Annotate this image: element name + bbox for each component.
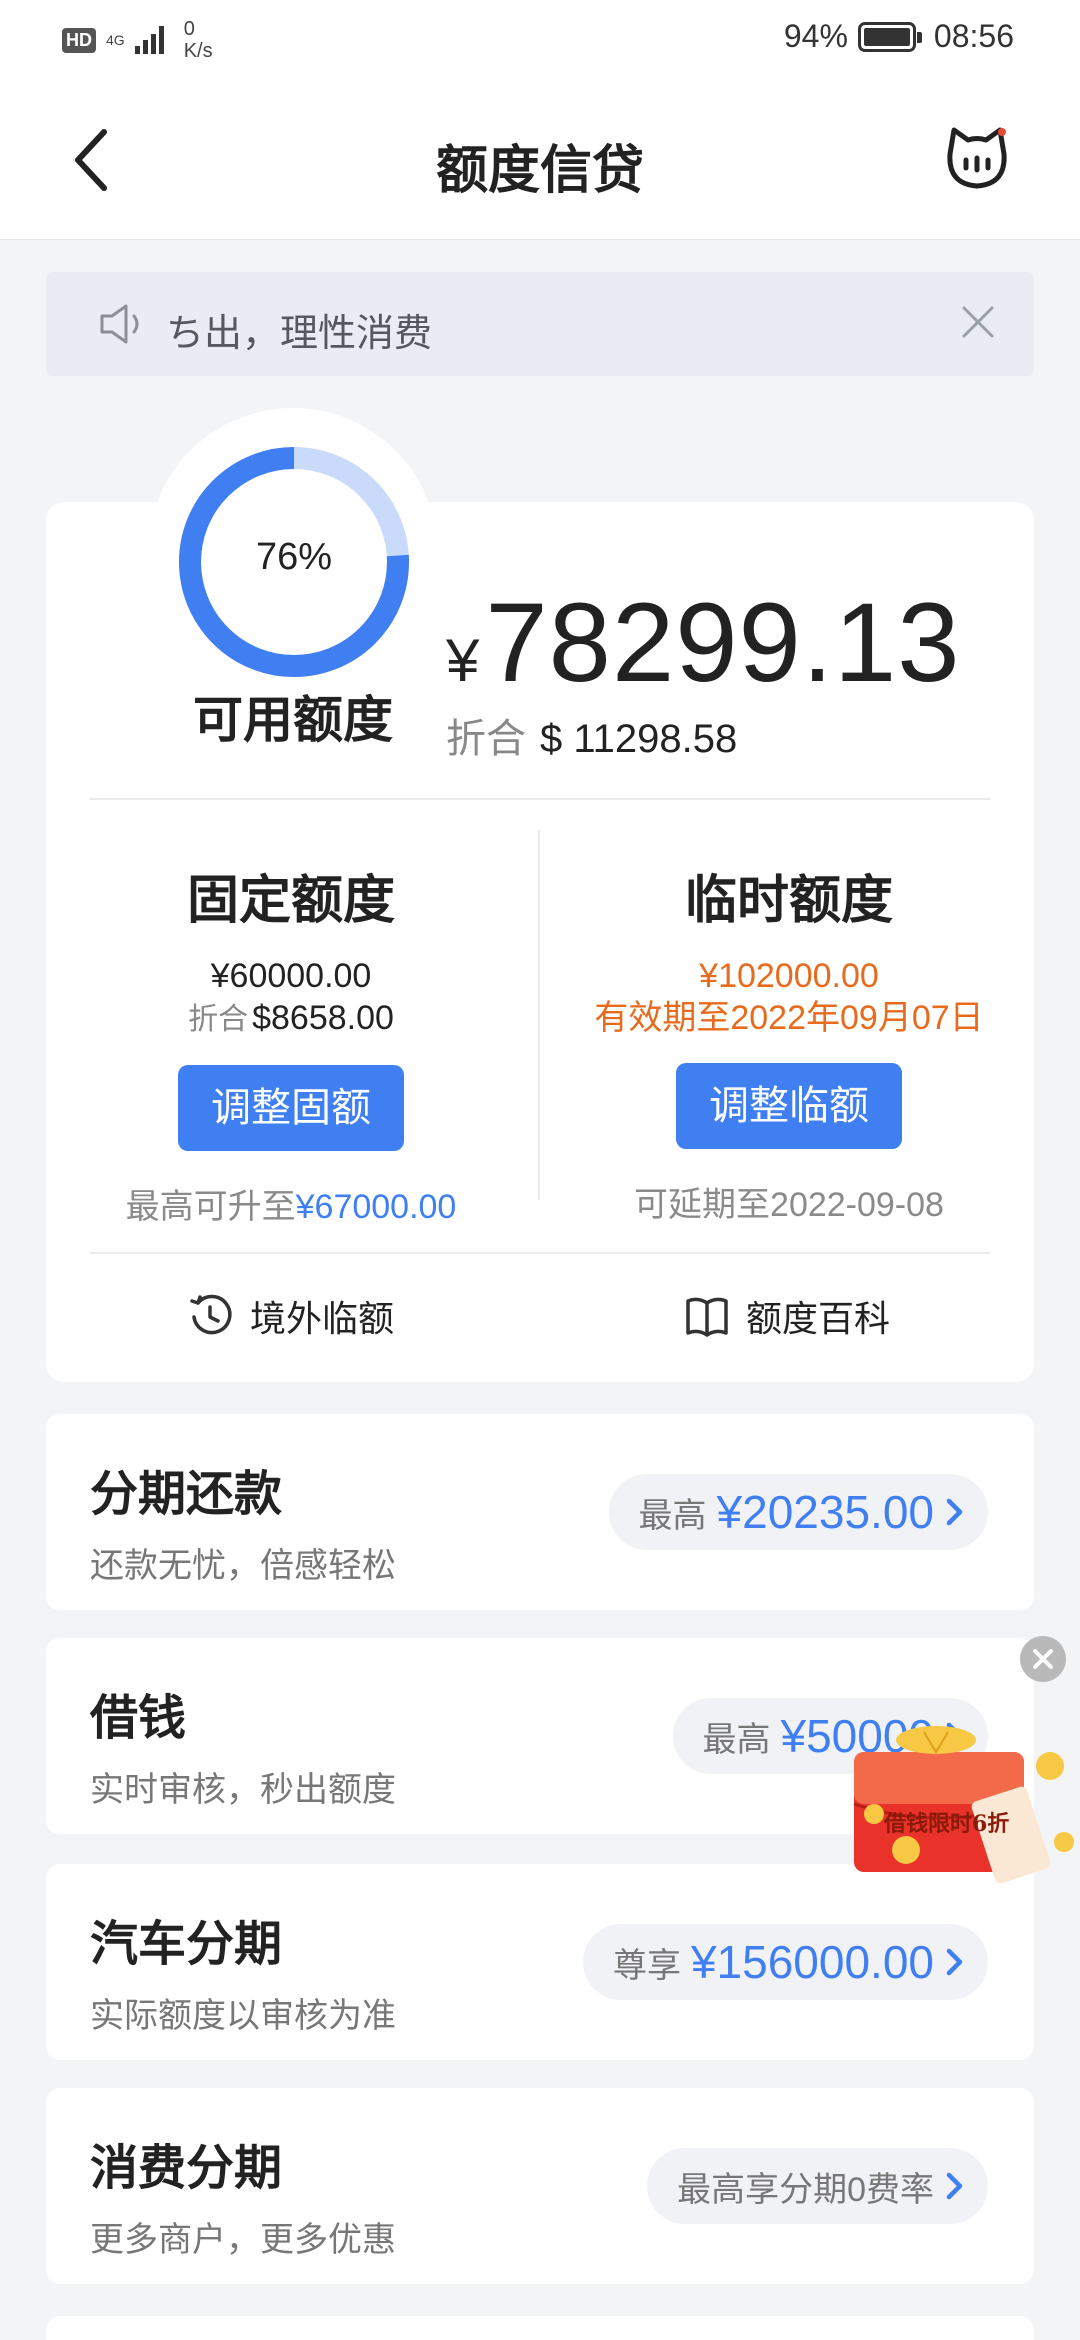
divider [90, 798, 990, 800]
close-icon [1033, 1649, 1053, 1669]
encyclopedia-link-label: 额度百科 [746, 1298, 891, 1339]
temporary-quota-title: 临时额度 [684, 872, 893, 930]
usd-prefix: 折合 [446, 717, 526, 761]
currency-symbol: ¥ [446, 627, 480, 694]
pill-amount: ¥156000.00 [690, 1936, 934, 1988]
available-label: 可用额度 [193, 692, 393, 748]
hd-badge: HD [62, 27, 96, 53]
fixed-max-prefix: 最高可升至 [125, 1188, 296, 1226]
fixed-quota-max: 最高可升至¥67000.00 [66, 1179, 516, 1228]
service-consumer-installment[interactable]: 消费分期 更多商户，更多优惠 最高享分期0费率 [46, 2088, 1034, 2284]
speed-value: 0 [183, 18, 195, 40]
column-divider [538, 830, 540, 1200]
fixed-quota-usd: 折合 $8658.00 [66, 997, 516, 1041]
fixed-usd-amount: $8658.00 [252, 999, 394, 1037]
overseas-temp-quota-link[interactable]: 境外临额 [188, 1290, 394, 1342]
fixed-quota-section: 固定额度 ¥60000.00 折合 $8658.00 调整固额 最高可升至¥670… [66, 858, 516, 1228]
divider [90, 1252, 990, 1254]
pill-amount: ¥20235.00 [716, 1486, 934, 1538]
chevron-right-icon [946, 1948, 963, 1976]
status-left: HD 4G 0 K/s [62, 18, 213, 62]
available-usd: 折合 $ 11298.58 [446, 706, 737, 764]
clock-refresh-icon [190, 1294, 232, 1335]
notice-text: ち出，理性消费 [166, 313, 433, 355]
battery-icon [857, 21, 922, 52]
status-right: 94% 08:56 [784, 18, 1014, 55]
app-header: 额度信贷 [0, 80, 1080, 240]
adjust-fixed-quota-button[interactable]: 调整固额 [178, 1065, 404, 1151]
available-amount: ¥ 78299.13 [446, 578, 961, 707]
service-subtitle: 还款无忧，倍感轻松 [90, 1547, 396, 1585]
service-title: 借钱 [90, 1692, 187, 1745]
available-amount-value: 78299.13 [485, 580, 961, 705]
network-type: 4G [106, 32, 125, 48]
adjust-temporary-quota-button[interactable]: 调整临额 [676, 1063, 902, 1149]
assistant-button[interactable] [942, 124, 1012, 194]
service-subtitle: 实时审核，秒出额度 [90, 1771, 396, 1809]
battery-level: 94% [783, 18, 848, 54]
service-pill[interactable]: 最高享分期0费率 [647, 2148, 988, 2224]
pill-prefix: 最高 [638, 1496, 707, 1535]
book-icon [686, 1297, 728, 1337]
speed-unit: K/s [183, 40, 213, 62]
network-speed: 0 K/s [184, 18, 213, 62]
promo-close-button[interactable] [1020, 1636, 1066, 1682]
cat-assistant-icon [947, 127, 1007, 189]
fixed-max-amount: ¥67000.00 [295, 1188, 457, 1226]
service-title: 消费分期 [90, 2142, 283, 2195]
service-pill[interactable]: 尊享 ¥156000.00 [582, 1924, 988, 2000]
usd-amount: $ 11298.58 [540, 717, 738, 761]
chevron-right-icon [946, 1498, 963, 1526]
overseas-link-label: 境外临额 [250, 1298, 395, 1339]
service-subtitle: 实际额度以审核为准 [90, 1997, 396, 2035]
temporary-quota-validity: 有效期至2022年09月07日 [594, 999, 984, 1037]
signal-icon [134, 26, 164, 54]
service-title: 汽车分期 [90, 1918, 283, 1971]
clock: 08:56 [933, 18, 1014, 54]
promo-text: 借钱限时6折 [884, 1811, 1010, 1837]
temporary-quota-section: 临时额度 ¥102000.00 有效期至2022年09月07日 调整临额 可延期… [564, 858, 1014, 1226]
gauge-percent: 76% [255, 536, 333, 578]
status-bar: HD 4G 0 K/s 94% 08:56 [0, 0, 1080, 80]
chevron-right-icon [946, 2172, 963, 2200]
pill-prefix: 最高 [702, 1720, 771, 1759]
pill-text: 最高享分期0费率 [677, 2170, 934, 2209]
speaker-icon [100, 304, 139, 344]
fixed-quota-amount: ¥60000.00 [210, 957, 372, 995]
service-title: 分期还款 [90, 1468, 283, 1521]
temporary-quota-amount: ¥102000.00 [699, 957, 879, 995]
page-title: 额度信贷 [435, 142, 644, 200]
service-pill[interactable]: 最高 ¥20235.00 [608, 1474, 988, 1550]
service-installment-repay[interactable]: 分期还款 还款无忧，倍感轻松 最高 ¥20235.00 [46, 1414, 1034, 1610]
quota-encyclopedia-link[interactable]: 额度百科 [684, 1290, 890, 1342]
temporary-quota-extend: 可延期至2022-09-08 [634, 1186, 944, 1224]
close-icon[interactable] [958, 302, 998, 342]
fixed-usd-prefix: 折合 [188, 1003, 249, 1036]
notice-banner: ち出，理性消费 [46, 272, 1034, 376]
fixed-quota-title: 固定额度 [186, 872, 395, 930]
next-card-peek [46, 2316, 1034, 2340]
pill-prefix: 尊享 [612, 1946, 681, 1985]
service-subtitle: 更多商户，更多优惠 [90, 2221, 396, 2259]
